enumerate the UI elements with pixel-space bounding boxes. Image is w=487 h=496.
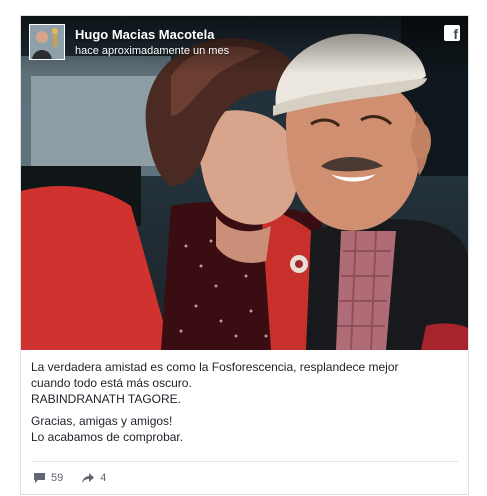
message-line: Gracias, amigas y amigos! [31, 414, 173, 428]
comments-count: 59 [51, 472, 64, 484]
post-timestamp[interactable]: hace aproximadamente un mes [75, 45, 229, 57]
author-avatar[interactable] [29, 24, 65, 60]
shares-count: 4 [100, 472, 107, 484]
post-photo[interactable]: Hugo Macias Macotela hace aproximadament… [21, 16, 468, 350]
caption-line: cuando todo está más oscuro. [31, 376, 192, 390]
post-caption: La verdadera amistad es como la Fosfores… [31, 359, 456, 451]
post-header: Hugo Macias Macotela hace aproximadament… [21, 16, 468, 74]
author-name[interactable]: Hugo Macias Macotela [75, 27, 214, 42]
post-actions: 59 4 [33, 472, 116, 484]
comments-button[interactable]: 59 [33, 472, 63, 484]
quote-paragraph: La verdadera amistad es como la Fosfores… [31, 359, 456, 407]
footer-divider [31, 461, 458, 462]
caption-line: RABINDRANATH TAGORE. [31, 392, 182, 406]
caption-line: La verdadera amistad es como la Fosfores… [31, 360, 399, 374]
avatar-image [30, 25, 64, 59]
comment-icon [34, 473, 45, 483]
shares-button[interactable]: 4 [81, 472, 106, 484]
facebook-icon[interactable]: f [444, 25, 460, 41]
post-card: Hugo Macias Macotela hace aproximadament… [20, 15, 469, 495]
message-paragraph: Gracias, amigas y amigos! Lo acabamos de… [31, 413, 456, 445]
share-arrow-icon [82, 473, 95, 483]
message-line: Lo acabamos de comprobar. [31, 430, 184, 444]
